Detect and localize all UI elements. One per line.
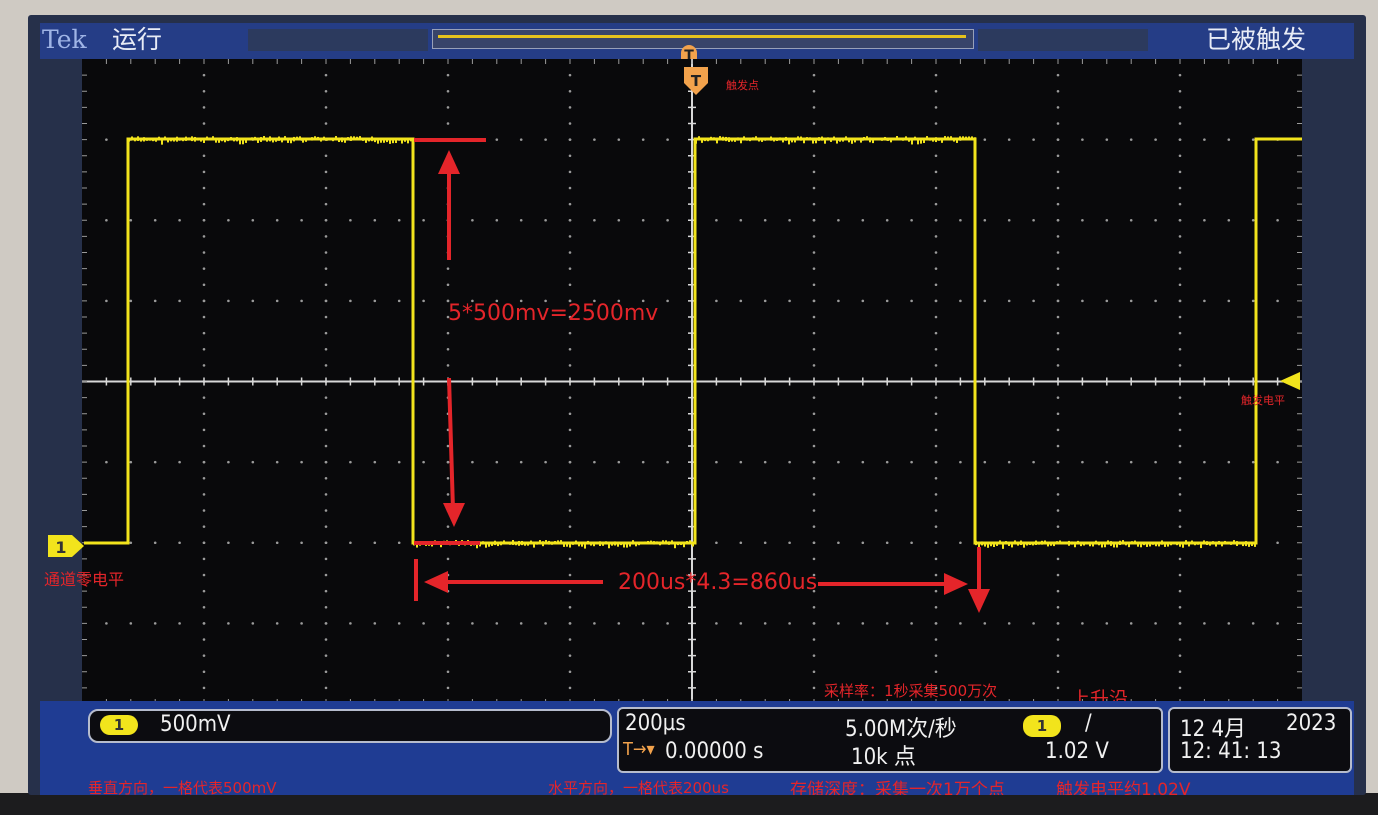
trigger-point-label: 触发点 (726, 79, 759, 92)
trigger-source-badge: 1 (1023, 715, 1061, 737)
trigger-level: 1.02 V (1045, 739, 1109, 764)
date-time-readout: 12 4月 2023 12: 41: 13 (1168, 707, 1352, 773)
channel-zero-label: 通道零电平 (44, 570, 125, 589)
amplitude-calculation: 5*500mv=2500mv (448, 301, 659, 326)
period-calculation: 200us*4.3=860us (618, 570, 818, 595)
date-year: 2023 (1286, 711, 1337, 736)
horizontal-scale: 200µs (625, 711, 686, 736)
trigger-level-label: 触发电平 (1241, 394, 1285, 407)
trigger-offset: 0.00000 s (665, 739, 764, 764)
timebase-readout[interactable]: 200µs T→▾ 0.00000 s 5.00M次/秒 10k 点 1 / 1… (617, 707, 1163, 773)
channel-ground-marker: 1 (48, 535, 84, 557)
sample-rate-note: 采样率：1秒采集500万次 (824, 682, 998, 700)
clock-time: 12: 41: 13 (1180, 739, 1282, 764)
channel-1-badge: 1 (100, 715, 138, 735)
svg-text:1: 1 (55, 538, 66, 557)
record-length: 10k 点 (851, 745, 916, 770)
trigger-offset-icon: T→▾ (623, 739, 655, 760)
horizontal-scale-note: 水平方向，一格代表200us (548, 779, 729, 795)
vertical-scale-note: 垂直方向，一格代表500mV (88, 779, 277, 795)
rising-edge-icon: / (1085, 711, 1092, 736)
vertical-scale: 500mV (160, 712, 231, 737)
channel-1-readout[interactable]: 1 500mV (88, 709, 612, 743)
settings-bar: 1 500mV 200µs T→▾ 0.00000 s 5.00M次/秒 10k… (40, 701, 1354, 795)
scope-bezel-bottom (0, 793, 1378, 815)
graticule-and-waveform: T 1 (48, 59, 1302, 704)
oscilloscope-display: Tek 运行 已被触发 T T 1 触发点 触发电平 通道零电平 5*500mv… (28, 15, 1366, 795)
memory-depth-note: 存储深度：采集一次1万个点 (790, 780, 1005, 795)
trigger-level-note: 触发电平约1.02V (1056, 780, 1191, 795)
svg-text:T: T (691, 72, 702, 90)
